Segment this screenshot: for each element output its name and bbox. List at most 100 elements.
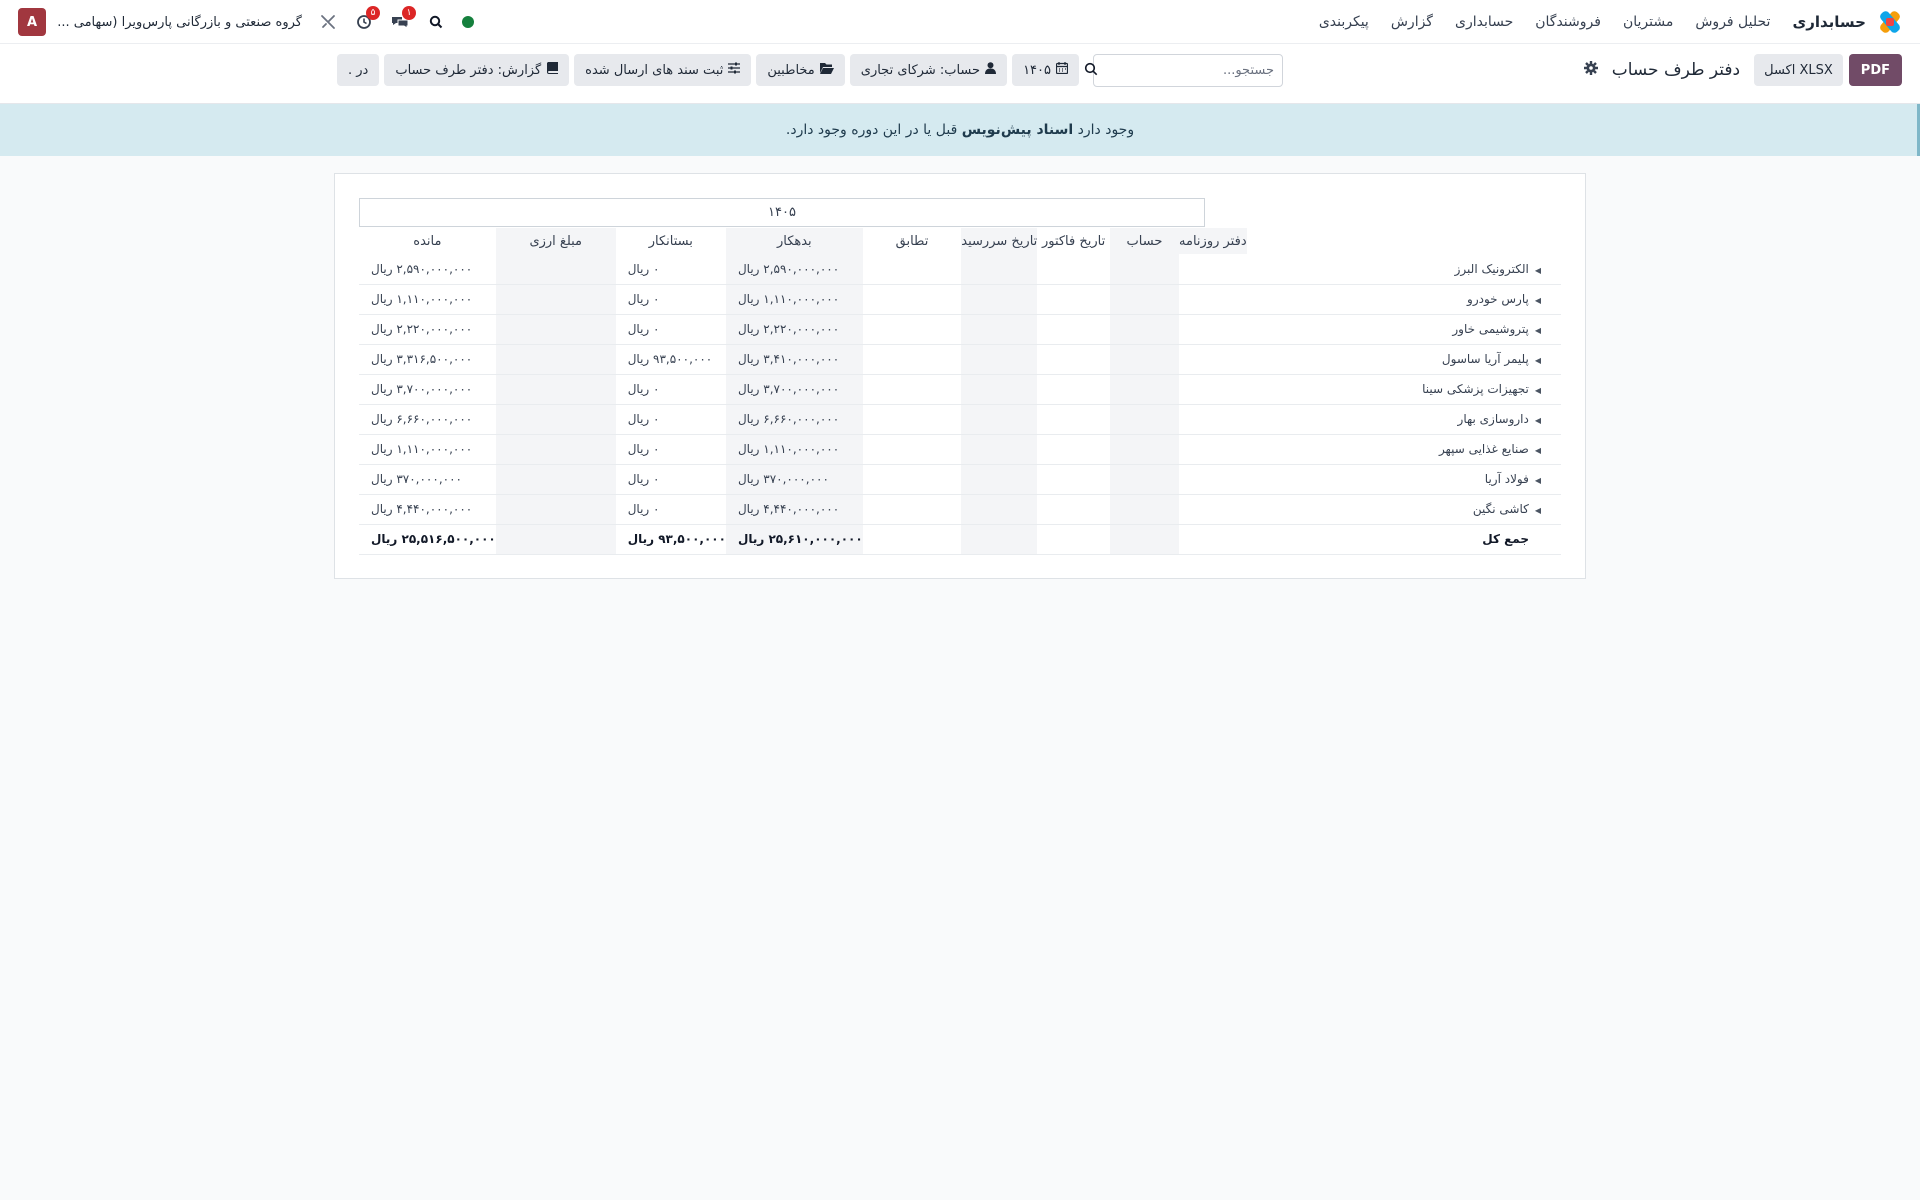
table-row[interactable]: ◀الکترونیک البرز ۲,۵۹۰,۰۰۰,۰۰۰ ریال ۰ ریال… [359,254,1561,285]
credit-cell: ۰ ریال [615,434,726,465]
draft-entries-alert: وجود دارد اسناد پیش‌نویس قبل یا در این د… [0,104,1920,156]
debit-cell: ۳,۴۱۰,۰۰۰,۰۰۰ ریال [725,344,863,375]
search-box[interactable] [1084,54,1283,87]
table-row[interactable]: ◀داروسازی بهار ۶,۶۶۰,۰۰۰,۰۰۰ ریال ۰ ریال ۶,… [359,404,1561,435]
caret-left-icon[interactable]: ◀ [1535,266,1541,275]
balance-cell: ۳,۳۱۶,۵۰۰,۰۰۰ ریال [359,344,496,375]
journal-cell [1179,494,1247,525]
ledger-table: دفتر روزنامه حساب تاریخ فاکتور تاریخ سرر… [359,228,1561,555]
activity-badge: ۵ [366,6,380,20]
table-row[interactable]: ◀پتروشیمی خاور ۲,۲۲۰,۰۰۰,۰۰۰ ریال ۰ ریال ۲,… [359,314,1561,345]
amount-currency-cell [495,494,616,525]
activity-clock-icon[interactable]: ۵ [354,6,380,32]
account-cell [1109,464,1180,495]
caret-left-icon[interactable]: ◀ [1535,356,1541,365]
balance-cell: ۱,۱۱۰,۰۰۰,۰۰۰ ریال [359,434,496,465]
debit-cell: ۳,۷۰۰,۰۰۰,۰۰۰ ریال [725,374,863,405]
invoice-date-cell [1037,434,1110,465]
caret-left-icon[interactable]: ◀ [1535,416,1541,425]
accounting-app-icon[interactable] [1878,9,1902,34]
table-row[interactable]: ◀کاشی نگین ۴,۴۴۰,۰۰۰,۰۰۰ ریال ۰ ریال ۴,۴۴۰,… [359,494,1561,525]
menu-customers[interactable]: مشتریان [1623,14,1673,30]
partner-name-cell[interactable]: ◀ تجهیزات پزشکی سینا [1246,374,1561,405]
menu-accounting[interactable]: حسابداری [1455,14,1513,30]
table-row[interactable]: ◀تجهیزات پزشکی سینا ۳,۷۰۰,۰۰۰,۰۰۰ ریال ۰ ر… [359,374,1561,405]
balance-cell: ۶,۶۶۰,۰۰۰,۰۰۰ ریال [359,404,496,435]
total-debit: ۲۵,۶۱۰,۰۰۰,۰۰۰ ریال [725,524,863,555]
balance-cell: ۴,۴۴۰,۰۰۰,۰۰۰ ریال [359,494,496,525]
partner-name-cell[interactable]: ◀ کاشی نگین [1246,494,1561,525]
filter-partners-label: مخاطبین [767,62,815,78]
gear-icon[interactable] [1583,61,1598,79]
table-row[interactable]: ◀پارس خودرو ۱,۱۱۰,۰۰۰,۰۰۰ ریال ۰ ریال ۱,۱۱۰… [359,284,1561,315]
partner-name-cell[interactable]: ◀ فولاد آریا [1246,464,1561,495]
partner-name: پتروشیمی خاور [1452,322,1529,336]
table-row[interactable]: ◀صنایع غذایی سپهر ۱,۱۱۰,۰۰۰,۰۰۰ ریال ۰ ریا… [359,434,1561,465]
amount-currency-cell [495,284,616,315]
filter-more[interactable]: در . [337,54,380,86]
search-icon[interactable] [426,12,446,32]
caret-left-icon[interactable]: ◀ [1535,326,1541,335]
credit-cell: ۰ ریال [615,494,726,525]
company-switcher[interactable]: گروه صنعتی و بازرگانی پارس‌ویرا (سهامی .… [57,15,302,30]
partner-name-cell[interactable]: ◀ داروسازی بهار [1246,404,1561,435]
tools-icon[interactable] [318,12,338,32]
search-input[interactable] [1104,63,1274,78]
due-date-cell [961,284,1038,315]
partner-name-cell[interactable]: ◀ صنایع غذایی سپهر [1246,434,1561,465]
menu-sales-analysis[interactable]: تحلیل فروش [1695,14,1770,30]
sliders-icon [728,62,741,78]
alert-draft-link[interactable]: اسناد پیش‌نویس [962,122,1073,138]
caret-left-icon[interactable]: ◀ [1535,296,1541,305]
account-cell [1109,344,1180,375]
col-invoice-date: تاریخ فاکتور [1041,233,1106,249]
journal-cell [1179,374,1247,405]
matching-cell [862,434,962,465]
col-amount-currency: مبلغ ارزی [495,228,616,254]
partner-name: الکترونیک البرز [1454,261,1529,276]
due-date-cell [961,374,1038,405]
partner-name-cell[interactable]: ◀ پارس خودرو [1246,284,1561,315]
invoice-date-cell [1037,464,1110,495]
caret-left-icon[interactable]: ◀ [1535,446,1541,455]
caret-left-icon[interactable]: ◀ [1535,506,1541,515]
balance-cell: ۳,۷۰۰,۰۰۰,۰۰۰ ریال [359,374,496,405]
partner-name-cell[interactable]: ◀ پلیمر آریا ساسول [1246,344,1561,375]
filter-date[interactable]: ۱۴۰۵ [1012,54,1079,86]
search-input-icon[interactable] [1084,62,1098,80]
journal-cell [1179,344,1247,375]
invoice-date-cell [1037,254,1110,285]
table-row[interactable]: ◀ پلیمر آریا ساسول ۳,۴۱۰,۰۰۰,۰۰۰ ریال ۹۳,۵۰… [359,344,1561,375]
journal-cell [1179,434,1247,465]
filter-partners[interactable]: مخاطبین [756,54,845,86]
col-name [1247,228,1561,254]
menu-reporting[interactable]: گزارش [1391,14,1433,30]
menu-vendors[interactable]: فروشندگان [1535,14,1601,30]
table-row[interactable]: ◀فولاد آریا ۳۷۰,۰۰۰,۰۰۰ ریال ۰ ریال ۳۷۰,۰۰۰… [359,464,1561,495]
invoice-date-cell [1037,284,1110,315]
filter-posted-entries[interactable]: ثبت سند های ارسال شده [574,54,752,86]
debit-cell: ۱,۱۱۰,۰۰۰,۰۰۰ ریال [725,434,863,465]
partner-name-cell[interactable]: ◀ پتروشیمی خاور [1246,314,1561,345]
caret-left-icon[interactable]: ◀ [1535,386,1541,395]
debit-cell: ۴,۴۴۰,۰۰۰,۰۰۰ ریال [725,494,863,525]
filter-report[interactable]: گزارش: دفتر طرف حساب [384,54,570,86]
xlsx-button[interactable]: XLSX اکسل [1754,54,1843,86]
debit-cell: ۳۷۰,۰۰۰,۰۰۰ ریال [725,464,863,495]
caret-left-icon[interactable]: ◀ [1535,476,1541,485]
credit-cell: ۰ ریال [615,284,726,315]
user-icon [985,62,997,78]
user-avatar[interactable]: A [18,8,46,36]
credit-cell: ۰ ریال [615,374,726,405]
amount-currency-cell [495,374,616,405]
debit-cell: ۶,۶۶۰,۰۰۰,۰۰۰ ریال [725,404,863,435]
app-name[interactable]: حسابداری [1792,13,1866,31]
menu-configuration[interactable]: پیکربندی [1319,14,1369,30]
period-header: ۱۴۰۵ [359,198,1205,227]
filter-account[interactable]: حساب: شرکای تجاری [849,54,1008,86]
debit-cell: ۱,۱۱۰,۰۰۰,۰۰۰ ریال [725,284,863,315]
messages-icon[interactable]: ۱ [390,6,416,32]
pdf-button[interactable]: PDF [1848,54,1902,86]
partner-name: پارس خودرو [1467,292,1529,306]
partner-name-cell[interactable]: ◀ الکترونیک البرز [1246,254,1561,285]
